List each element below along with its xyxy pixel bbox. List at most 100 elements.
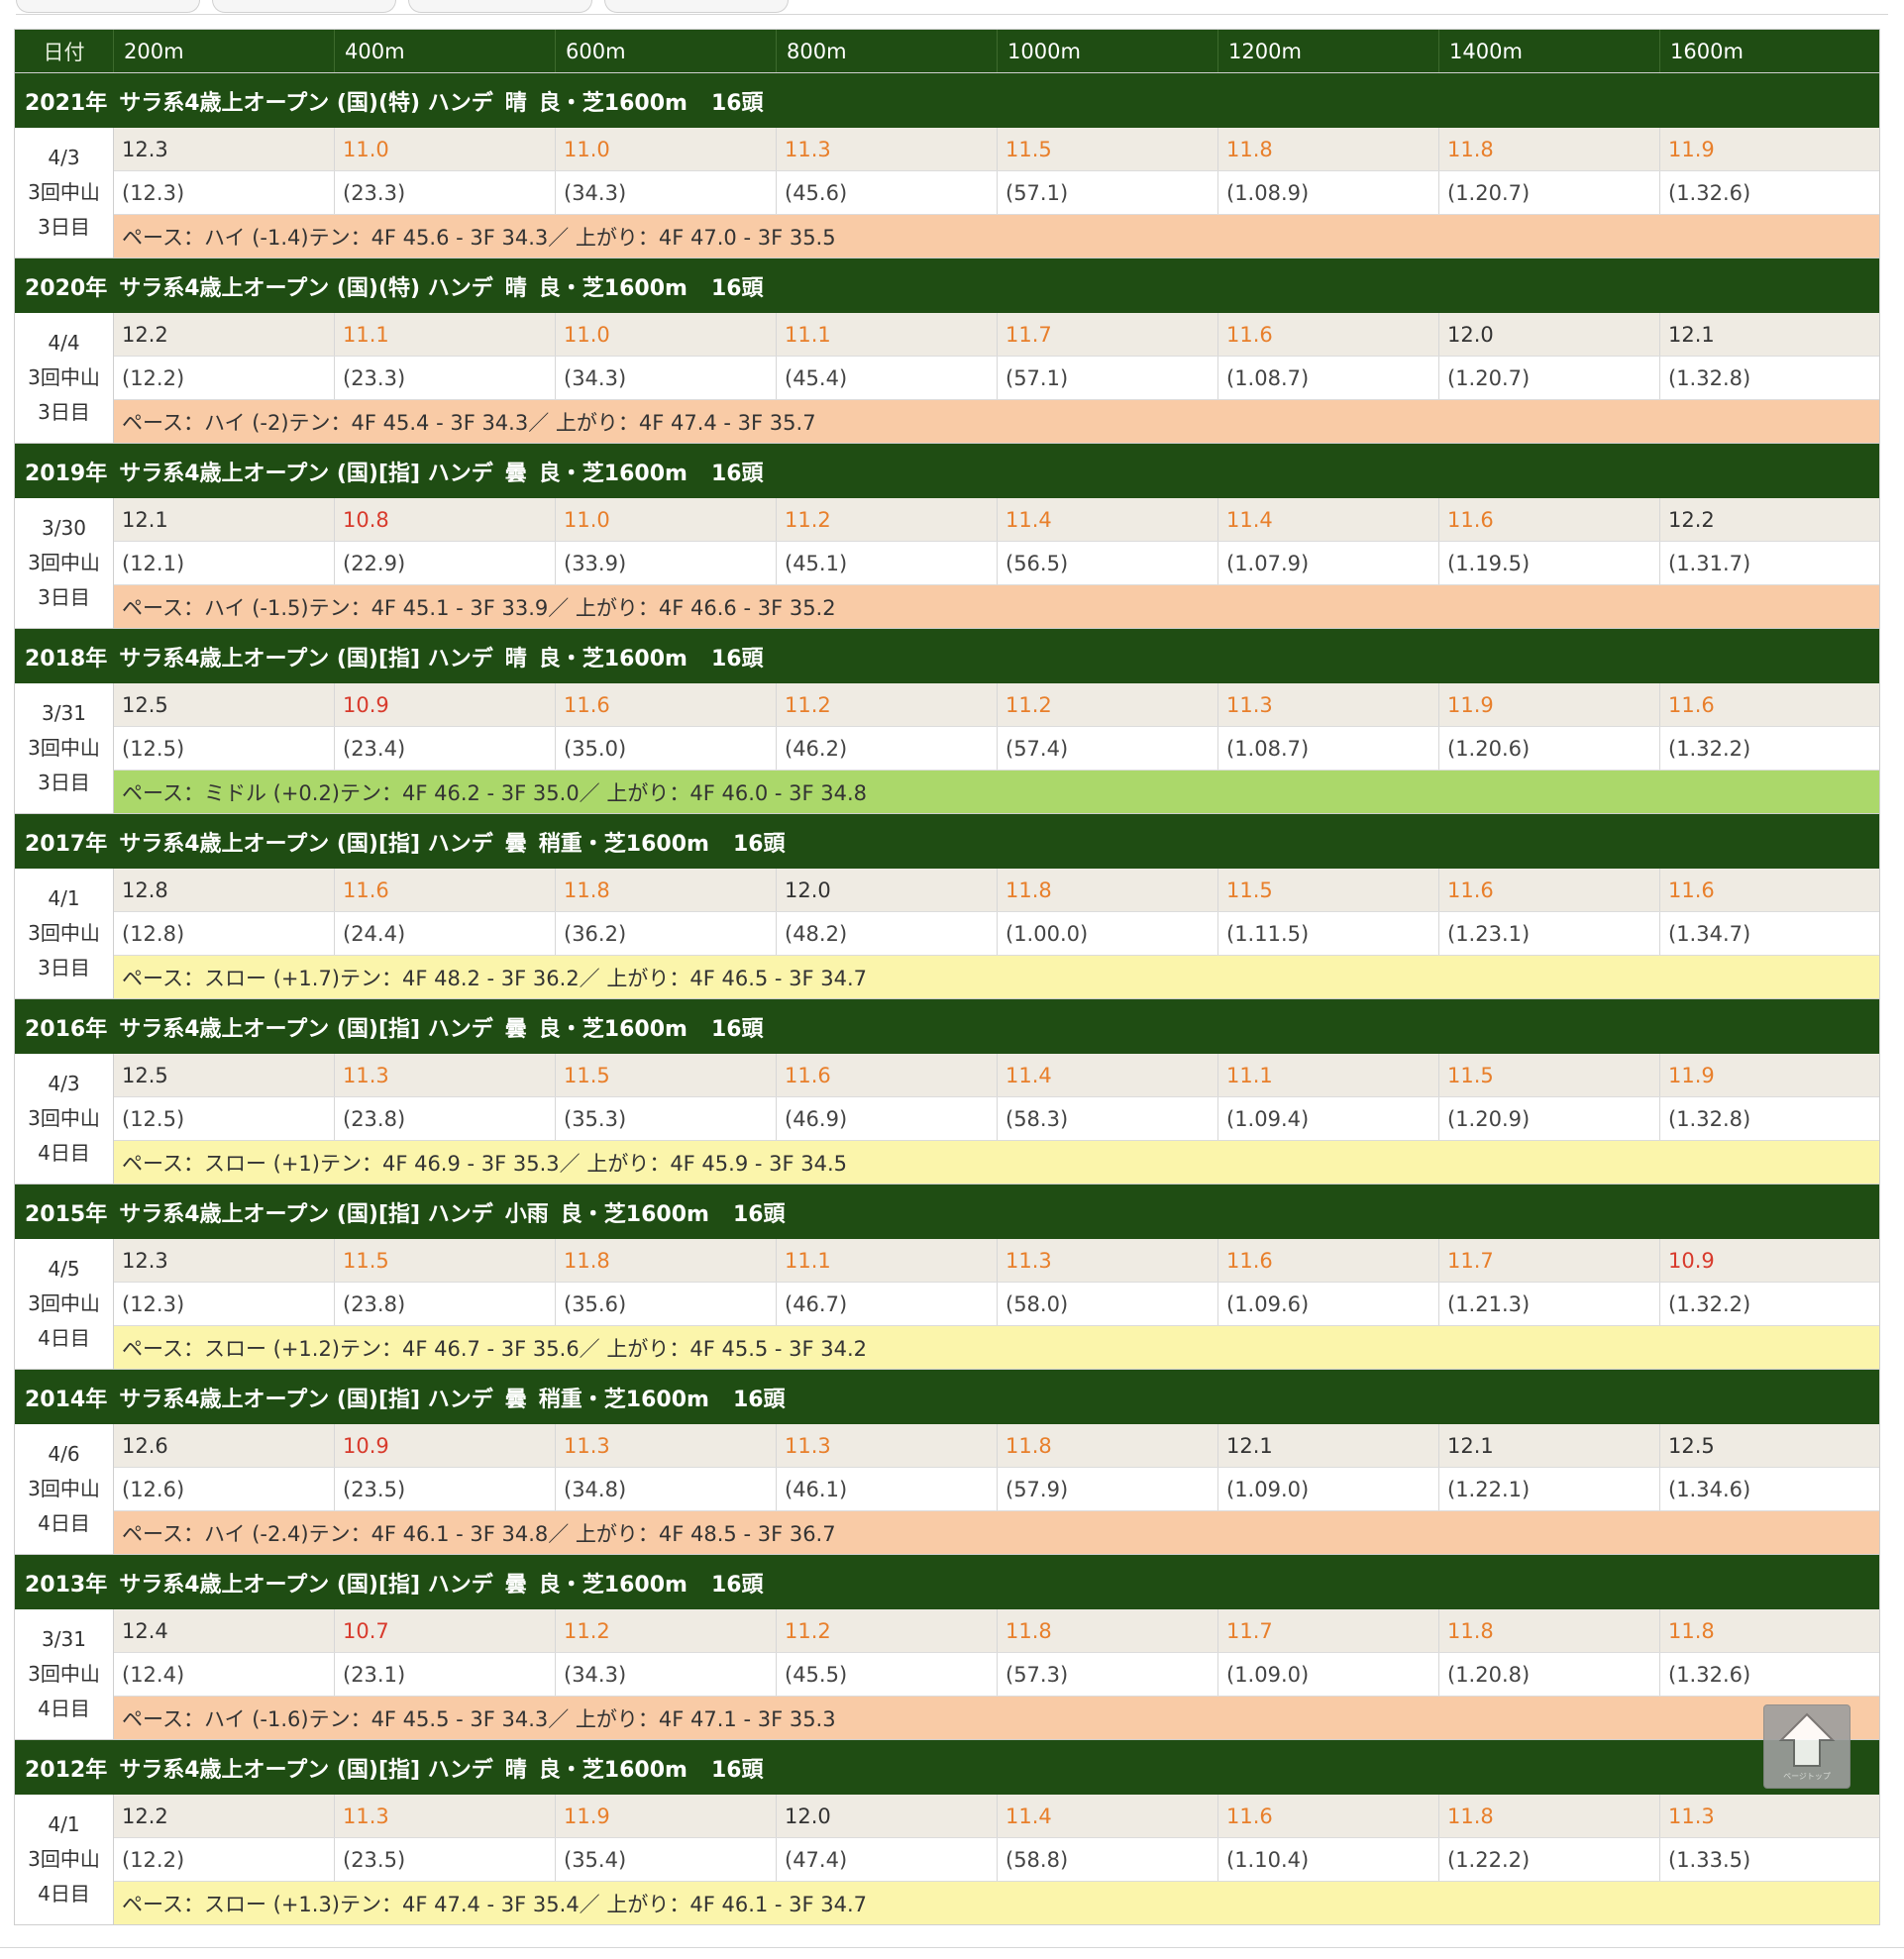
race-date-cell: 3/31 3回中山 3日目 [15,683,114,813]
race-track: 稍重・芝1600m [538,1387,709,1412]
lap-time: 10.8 [335,498,556,541]
race-runners: 16頭 [710,1016,764,1042]
cumulative-time: (23.8) [335,1097,556,1140]
page-top-button[interactable]: ページトップ [1763,1704,1851,1789]
race-runners: 16頭 [732,831,786,857]
race-grid: 12.1 10.8 11.0 11.2 11.4 11.4 11.6 12.2 (12.1) (2… [114,498,1879,628]
pace-summary: ペース：ミドル (+0.2)テン：4F 46.2 - 3F 35.0／ 上がり：… [114,771,1879,813]
race-conditions: サラ系4歳上オープン (国)[指] ハンデ [119,1016,493,1042]
cumulative-time: (12.5) [114,727,335,770]
lap-time: 11.9 [1668,137,1715,161]
race-day: 3日目 [38,215,90,239]
lap-time: 11.1 [777,1239,998,1282]
race-grid: 12.3 11.0 11.0 11.3 11.5 11.8 11.8 11.9 (12.3) (2… [114,128,1879,258]
lap-time: 11.8 [1668,1618,1715,1643]
cumulative-time: (23.3) [335,171,556,214]
race-meeting: 3回中山 [28,1106,100,1130]
race-day: 4日目 [38,1511,90,1535]
cumulative-time: (12.3) [114,1283,335,1325]
cumulative-time: (57.4) [998,727,1218,770]
race-track: 良・芝1600m [538,461,688,486]
race-date-cell: 4/5 3回中山 4日目 [15,1239,114,1369]
cumulative-row: (12.4) (23.1) (34.3) (45.5) (57.3) (1.09.0) (1… [114,1652,1879,1697]
race-header: 2015年 サラ系4歳上オープン (国)[指] ハンデ 小雨 良・芝1600m 16頭 [15,1184,1879,1239]
lap-row: 12.8 11.6 11.8 12.0 11.8 11.5 11.6 11.6 [114,869,1879,911]
header-distance: 200m [114,30,335,72]
header-distance: 1600m [1670,39,1744,63]
lap-time: 12.1 [1218,1424,1439,1467]
cumulative-time: (46.9) [777,1097,998,1140]
cumulative-row: (12.5) (23.4) (35.0) (46.2) (57.4) (1.08.7) (1… [114,726,1879,771]
race-body: 4/3 3回中山 3日目 12.3 11.0 11.0 11.3 11.5 11.8 11.8 11… [15,128,1879,258]
race-weather: 小雨 [504,1201,549,1227]
race-body: 4/4 3回中山 3日目 12.2 11.1 11.0 11.1 11.7 11.6 12.0 12… [15,313,1879,443]
cumulative-time: (12.5) [114,1097,335,1140]
race-date: 3/31 [42,1627,86,1651]
lap-time: 11.9 [556,1795,777,1837]
lap-time: 12.2 [114,1795,335,1837]
race-section: 2018年 サラ系4歳上オープン (国)[指] ハンデ晴良・芝1600m 16頭 3/… [15,628,1879,813]
race-grid: 12.5 10.9 11.6 11.2 11.2 11.3 11.9 11.6 (12.5) (2… [114,683,1879,813]
race-section: 2012年 サラ系4歳上オープン (国)[指] ハンデ晴良・芝1600m 16頭 4/… [15,1739,1879,1924]
cumulative-time: (1.32.2) [1668,1291,1751,1316]
lap-time: 12.8 [114,869,335,911]
tab-4[interactable] [604,0,789,13]
race-weather: 晴 [504,275,527,301]
tab-1[interactable] [16,0,200,13]
lap-time: 10.9 [335,1424,556,1467]
cumulative-time: (58.0) [998,1283,1218,1325]
lap-time: 11.1 [777,313,998,356]
tab-2[interactable] [212,0,396,13]
race-date-cell: 4/1 3回中山 4日目 [15,1795,114,1924]
lap-time: 11.5 [1439,1054,1660,1096]
cumulative-time: (35.0) [556,727,777,770]
cumulative-time: (34.3) [556,1653,777,1696]
cumulative-time: (12.2) [114,357,335,399]
race-conditions: サラ系4歳上オープン (国)[指] ハンデ [119,1387,493,1412]
race-body: 3/31 3回中山 4日目 12.4 10.7 11.2 11.2 11.8 11.7 11.8 1… [15,1609,1879,1739]
lap-time: 11.6 [1218,1795,1439,1837]
cumulative-time: (47.4) [777,1838,998,1881]
header-distance: 1200m [1218,30,1439,72]
race-date: 4/6 [48,1442,80,1466]
lap-time: 11.0 [335,128,556,170]
cumulative-time: (45.4) [777,357,998,399]
cumulative-time: (46.2) [777,727,998,770]
race-section: 2019年 サラ系4歳上オープン (国)[指] ハンデ曇良・芝1600m 16頭 3/… [15,443,1879,628]
race-runners: 16頭 [732,1387,786,1412]
race-header: 2012年 サラ系4歳上オープン (国)[指] ハンデ晴良・芝1600m 16頭 [15,1739,1879,1795]
race-section: 2013年 サラ系4歳上オープン (国)[指] ハンデ曇良・芝1600m 16頭 3/… [15,1554,1879,1739]
pace-summary: ペース：ハイ (-2.4)テン：4F 46.1 - 3F 34.8／ 上がり：4… [114,1511,1879,1554]
header-distance: 1400m [1439,30,1660,72]
race-day: 3日目 [38,585,90,609]
cumulative-time: (12.3) [114,171,335,214]
race-header: 2016年 サラ系4歳上オープン (国)[指] ハンデ曇良・芝1600m 16頭 [15,998,1879,1054]
lap-time: 11.5 [556,1054,777,1096]
cumulative-time: (35.4) [556,1838,777,1881]
lap-time: 12.0 [777,869,998,911]
cumulative-time: (23.5) [335,1468,556,1510]
tab-3[interactable] [408,0,592,13]
race-section: 2015年 サラ系4歳上オープン (国)[指] ハンデ 小雨 良・芝1600m 16頭 4… [15,1184,1879,1369]
cumulative-row: (12.3) (23.3) (34.3) (45.6) (57.1) (1.08.9) (1… [114,170,1879,215]
cumulative-time: (1.09.4) [1218,1097,1439,1140]
race-grid: 12.8 11.6 11.8 12.0 11.8 11.5 11.6 11.6 (12.8) (2… [114,869,1879,998]
lap-time: 11.3 [777,128,998,170]
pace-summary: ペース：スロー (+1.2)テン：4F 46.7 - 3F 35.6／ 上がり：… [114,1326,1879,1369]
cumulative-row: (12.3) (23.8) (35.6) (46.7) (58.0) (1.09.6) (1… [114,1282,1879,1326]
cumulative-time: (23.5) [335,1838,556,1881]
cumulative-time: (23.4) [335,727,556,770]
lap-time: 11.1 [335,313,556,356]
lap-time: 12.2 [1668,507,1715,532]
cumulative-row: (12.5) (23.8) (35.3) (46.9) (58.3) (1.09.4) (1… [114,1096,1879,1141]
cumulative-time: (56.5) [998,542,1218,584]
lap-time: 10.9 [335,683,556,726]
race-day: 4日目 [38,1141,90,1165]
race-header: 2014年 サラ系4歳上オープン (国)[指] ハンデ曇稍重・芝1600m 16頭 [15,1369,1879,1424]
race-weather: 曇 [504,831,527,857]
cumulative-time: (1.20.9) [1439,1097,1660,1140]
cumulative-time: (1.20.7) [1439,357,1660,399]
lap-time: 11.6 [1439,869,1660,911]
lap-time: 11.6 [777,1054,998,1096]
lap-time: 11.7 [1439,1239,1660,1282]
